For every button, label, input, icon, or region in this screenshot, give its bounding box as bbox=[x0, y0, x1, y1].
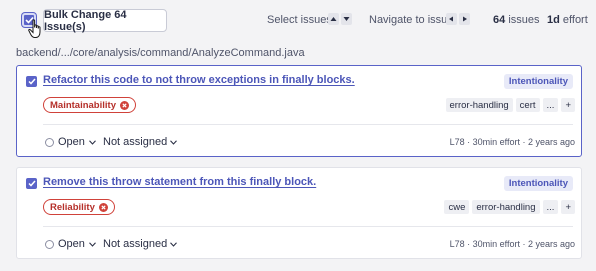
file-path[interactable]: backend/.../core/analysis/command/Analyz… bbox=[16, 47, 305, 59]
issues-count: 64 issues bbox=[493, 14, 540, 26]
issue-card[interactable]: Remove this throw statement from this fi… bbox=[16, 167, 582, 259]
more-tags-button[interactable]: ... bbox=[542, 200, 559, 214]
status-dropdown[interactable]: Open bbox=[45, 136, 96, 148]
quality-label: Maintainability bbox=[50, 99, 116, 111]
radio-icon bbox=[45, 137, 54, 147]
add-tag-button[interactable]: + bbox=[561, 98, 575, 112]
assignee-dropdown[interactable]: Not assigned bbox=[103, 238, 178, 250]
severity-high-icon bbox=[119, 100, 129, 110]
status-dropdown[interactable]: Open bbox=[45, 238, 96, 250]
chevron-down-icon bbox=[89, 241, 96, 247]
quality-badge[interactable]: Reliability bbox=[43, 199, 115, 215]
divider bbox=[43, 124, 573, 125]
chevron-down-icon bbox=[170, 241, 178, 247]
age-text[interactable]: 2 years ago bbox=[528, 239, 575, 249]
quality-badge[interactable]: Maintainability bbox=[43, 97, 136, 113]
assignee-label: Not assigned bbox=[103, 136, 168, 148]
assignee-label: Not assigned bbox=[103, 238, 168, 250]
tag[interactable]: error-handling bbox=[445, 98, 513, 112]
arrow-right-icon[interactable] bbox=[459, 13, 470, 25]
arrow-up-icon[interactable] bbox=[328, 13, 339, 25]
assignee-dropdown[interactable]: Not assigned bbox=[103, 136, 178, 148]
line-link[interactable]: L78 bbox=[450, 137, 465, 147]
tags-list: cwe error-handling ... + bbox=[444, 200, 575, 214]
attribute-badge[interactable]: Intentionality bbox=[503, 74, 573, 89]
attribute-badge[interactable]: Intentionality bbox=[503, 176, 573, 191]
more-tags-button[interactable]: ... bbox=[542, 98, 559, 112]
bulk-change-button[interactable]: Bulk Change 64 Issue(s) bbox=[43, 9, 167, 33]
tag[interactable]: cwe bbox=[444, 200, 470, 214]
total-effort: 1d effort bbox=[547, 14, 588, 26]
effort-text: 30min effort bbox=[472, 239, 520, 249]
issues-toolbar: Bulk Change 64 Issue(s) Select issues Na… bbox=[0, 0, 596, 40]
select-issues-label: Select issues bbox=[267, 14, 332, 26]
radio-icon bbox=[45, 239, 54, 249]
severity-high-icon bbox=[98, 202, 108, 212]
issue-checkbox[interactable] bbox=[26, 178, 37, 189]
issue-title[interactable]: Refactor this code to not throw exceptio… bbox=[43, 74, 355, 86]
quality-label: Reliability bbox=[50, 201, 95, 213]
arrow-left-icon[interactable] bbox=[446, 13, 457, 25]
issue-meta: L78 · 30min effort · 2 years ago bbox=[449, 239, 575, 249]
tag[interactable]: error-handling bbox=[472, 200, 540, 214]
effort-text: 30min effort bbox=[472, 137, 520, 147]
add-tag-button[interactable]: + bbox=[561, 200, 575, 214]
chevron-down-icon bbox=[170, 139, 178, 145]
status-label: Open bbox=[58, 136, 85, 148]
chevron-down-icon bbox=[89, 139, 96, 145]
issue-meta: L78 · 30min effort · 2 years ago bbox=[449, 137, 575, 147]
age-text[interactable]: 2 years ago bbox=[528, 137, 575, 147]
navigate-issue-label: Navigate to issue bbox=[369, 14, 454, 26]
arrow-down-icon[interactable] bbox=[341, 13, 352, 25]
hand-cursor-icon bbox=[28, 19, 41, 38]
issue-checkbox[interactable] bbox=[26, 76, 37, 87]
divider bbox=[43, 226, 573, 227]
line-link[interactable]: L78 bbox=[450, 239, 465, 249]
issue-title[interactable]: Remove this throw statement from this fi… bbox=[43, 176, 316, 188]
issue-card[interactable]: Refactor this code to not throw exceptio… bbox=[16, 65, 582, 157]
tags-list: error-handling cert ... + bbox=[445, 98, 575, 112]
tag[interactable]: cert bbox=[515, 98, 540, 112]
status-label: Open bbox=[58, 238, 85, 250]
